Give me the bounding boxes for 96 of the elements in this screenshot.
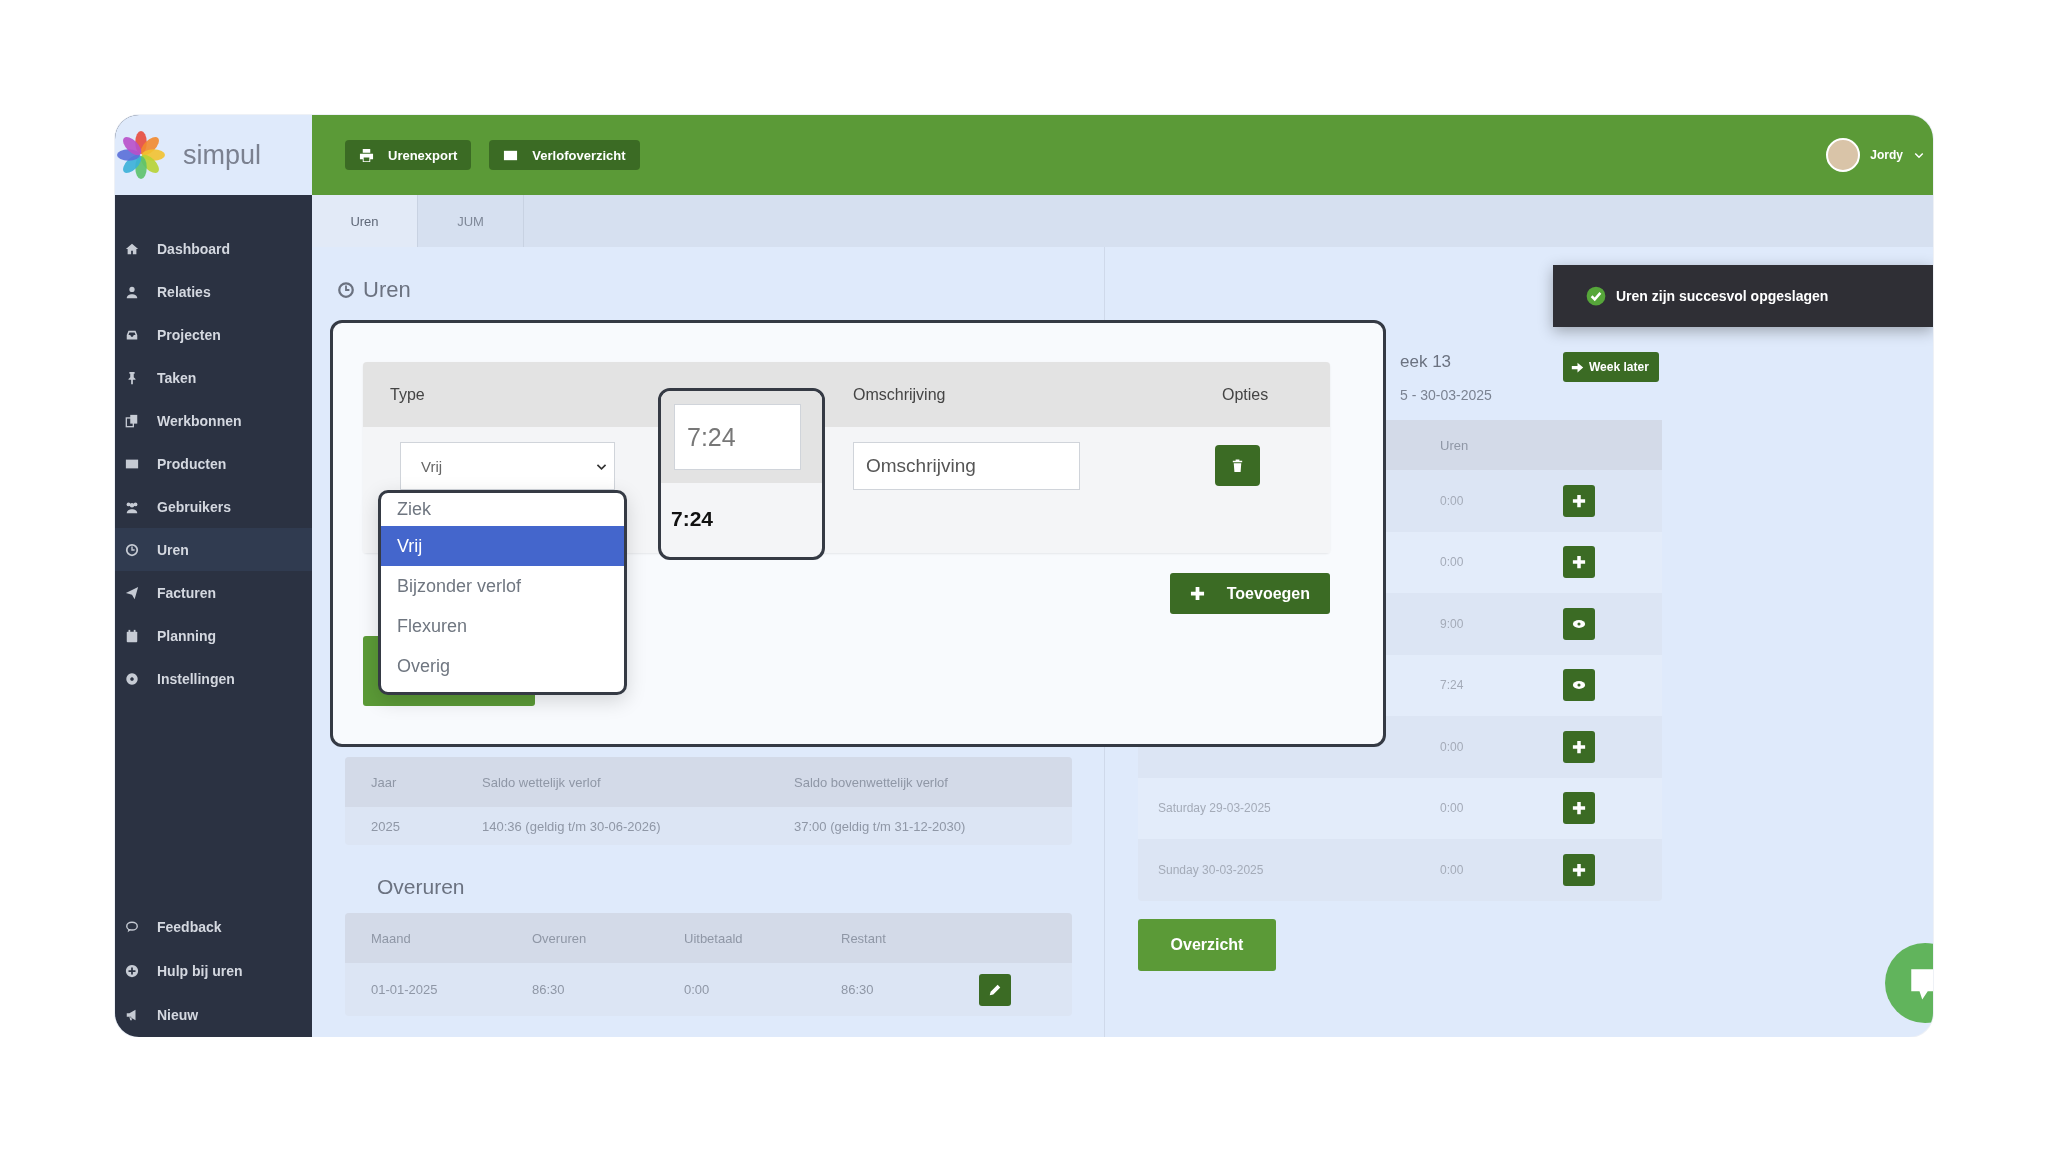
edit-button[interactable] (979, 973, 1011, 1006)
column-header: Uren (1440, 437, 1470, 453)
week-date-range: 5 - 30-03-2025 (1400, 387, 1492, 403)
plus-icon (1572, 555, 1586, 570)
view-button[interactable] (1563, 607, 1595, 640)
flower-logo-icon (117, 131, 165, 179)
sidebar-item[interactable]: Dashboard (115, 227, 312, 270)
dropdown-option[interactable]: Flexuren (381, 606, 624, 646)
column-header: Saldo wettelijk verlof (482, 774, 602, 790)
table-cell-text: 2025 (371, 818, 401, 834)
sidebar-item[interactable]: Facturen (115, 571, 312, 614)
add-button[interactable]: Toevoegen (1169, 573, 1330, 614)
printer-icon (359, 147, 374, 163)
person-icon (125, 284, 139, 299)
table-cell-text: 37:00 (geldig t/m 31-12-2030) (794, 818, 967, 834)
user-name[interactable]: Jordy (1870, 148, 1903, 162)
avatar[interactable] (1826, 138, 1861, 172)
column-header: Saldo bovenwettelijk verlof (794, 774, 949, 790)
hours-cell-text: 0:00 (1440, 493, 1465, 508)
hours-cell-text: 7:24 (1440, 678, 1465, 693)
plus-icon (1572, 801, 1586, 816)
sidebar-item[interactable]: Gebruikers (115, 485, 312, 528)
toolbar-button[interactable]: Verlofoverzicht (489, 140, 640, 170)
table-cell-text: 01-01-2025 (371, 982, 439, 997)
column-header: Jaar (371, 774, 398, 790)
hours-cell-text: 0:00 (1440, 739, 1465, 754)
trash-icon (1230, 458, 1245, 473)
table-cell-text: 86:30 (841, 982, 875, 997)
dropdown-option[interactable]: Vrij (381, 526, 624, 566)
page-title: Uren (363, 277, 411, 303)
arrow-icon (1571, 360, 1584, 374)
add-button[interactable] (1563, 546, 1595, 579)
sidebar-item[interactable]: Instellingen (115, 657, 312, 700)
clock-icon (125, 542, 139, 557)
plus-icon (1189, 586, 1205, 601)
clock-icon (337, 281, 355, 299)
type-select[interactable]: Vrij (400, 442, 615, 490)
add-button[interactable] (1563, 792, 1595, 825)
speech-bubble-icon (125, 920, 139, 934)
people-icon (125, 499, 139, 514)
add-button[interactable] (1563, 730, 1595, 763)
sidebar-item[interactable]: Hulp bij uren (115, 949, 312, 993)
day-label: Sunday 30-03-2025 (1157, 862, 1265, 877)
dropdown-option[interactable]: Overig (381, 646, 624, 686)
paper-plane-icon (125, 585, 139, 600)
pencil-icon (988, 982, 1002, 997)
week-title: eek 13 (1400, 352, 1452, 372)
column-header: Maand (371, 930, 412, 946)
plus-icon (1572, 739, 1586, 754)
megaphone-icon (125, 1008, 139, 1022)
column-header: Omschrijving (853, 385, 947, 404)
next-week-button[interactable]: Week later (1563, 352, 1659, 382)
calendar-icon (125, 628, 139, 643)
sidebar-item[interactable]: Nieuw (115, 993, 312, 1037)
table-cell-text: 0:00 (684, 982, 711, 997)
plus-icon (1572, 862, 1586, 877)
column-header: Restant (841, 930, 887, 946)
sidebar-item[interactable]: Werkbonnen (115, 399, 312, 442)
toolbar-button[interactable]: Urenexport (345, 140, 472, 170)
hours-cell-text: 0:00 (1440, 555, 1465, 570)
column-header: Opties (1222, 385, 1270, 404)
day-label: Saturday 29-03-2025 (1157, 801, 1272, 816)
gear-icon (125, 671, 139, 686)
plus-icon (1572, 493, 1586, 508)
time-total: 7:24 (670, 506, 715, 531)
description-field[interactable]: Omschrijving (853, 442, 1080, 490)
sidebar-item[interactable]: Uren (115, 528, 312, 571)
time-field[interactable]: 7:24 (674, 404, 801, 470)
toast-message: Uren zijn succesvol opgeslagen (1616, 288, 1829, 304)
dropdown-option[interactable]: Bijzonder verlof (381, 566, 624, 606)
documents-icon (125, 413, 139, 428)
view-button[interactable] (1563, 669, 1595, 702)
sidebar-item[interactable]: Feedback (115, 905, 312, 949)
dropdown-option[interactable]: Ziek (381, 493, 624, 526)
overview-button[interactable]: Overzicht (1138, 918, 1276, 971)
add-button[interactable] (1563, 853, 1595, 886)
sidebar-item[interactable]: Planning (115, 614, 312, 657)
table-cell-text: 140:36 (geldig t/m 30-06-2026) (482, 818, 662, 834)
delete-button[interactable] (1215, 445, 1260, 486)
add-button[interactable] (1563, 484, 1595, 517)
hours-cell-text: 0:00 (1440, 801, 1465, 816)
hours-cell-text: 0:00 (1440, 862, 1465, 877)
sidebar-item[interactable]: Projecten (115, 313, 312, 356)
tab[interactable]: Uren (312, 195, 418, 247)
column-header: Overuren (532, 930, 588, 946)
home-icon (125, 241, 139, 256)
sidebar-item[interactable]: Relaties (115, 270, 312, 313)
column-header: Uitbetaald (684, 930, 744, 946)
sidebar-item[interactable]: Producten (115, 442, 312, 485)
hours-cell-text: 9:00 (1440, 616, 1465, 631)
logo-text: simpul (183, 139, 262, 171)
table-cell-text: 86:30 (532, 982, 566, 997)
section-title: Overuren (377, 875, 466, 899)
sidebar-item[interactable]: Taken (115, 356, 312, 399)
column-header: Type (389, 385, 426, 404)
check-circle-icon (1586, 286, 1606, 306)
